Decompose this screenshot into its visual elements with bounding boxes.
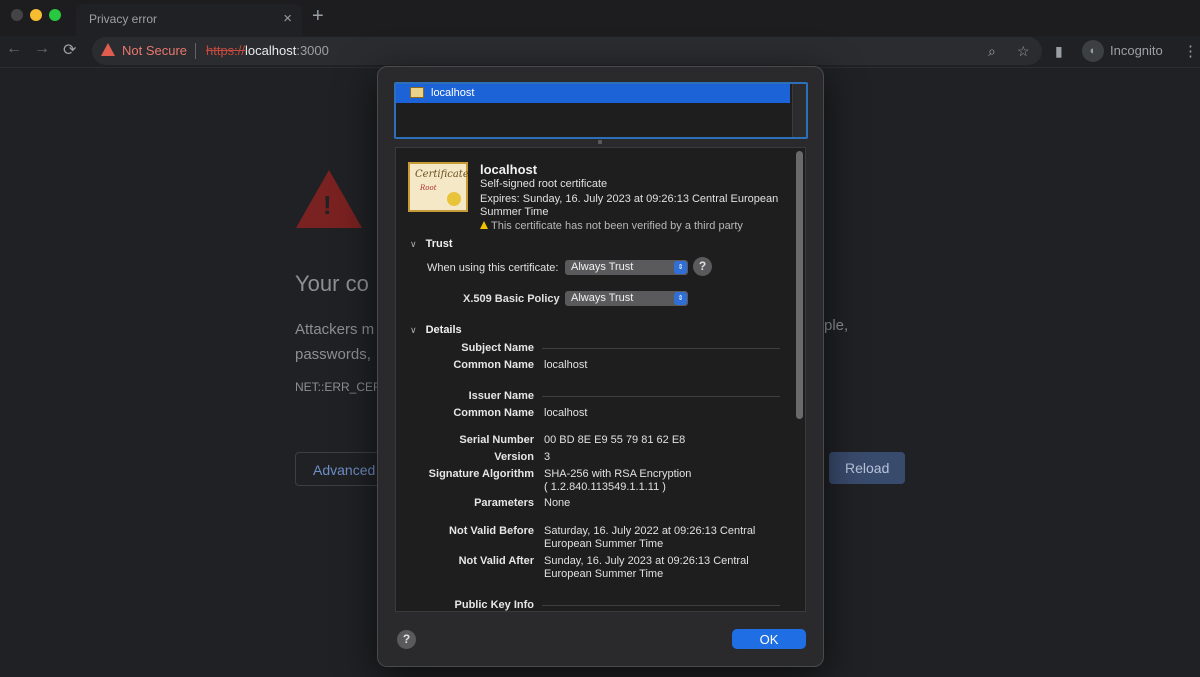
issuer-common-name-value: localhost: [544, 407, 588, 419]
tab-privacy-error[interactable]: Privacy error ×: [76, 4, 302, 36]
subject-name-group: Subject Name: [461, 342, 534, 354]
certificate-warning-text: This certificate has not been verified b…: [491, 220, 743, 232]
popup-arrows-icon: ⇕: [674, 292, 687, 305]
not-valid-before-label: Not Valid Before: [449, 525, 534, 537]
page-paragraph: Attackers m passwords,: [295, 317, 374, 367]
trust-section-toggle[interactable]: ∨ Trust: [410, 238, 453, 250]
maximize-window-button[interactable]: [49, 9, 61, 21]
error-warning-mark: !: [323, 190, 332, 220]
warning-triangle-icon: [101, 43, 115, 56]
certificate-list-label: localhost: [431, 87, 475, 99]
reload-icon[interactable]: ⟳: [63, 40, 76, 60]
tab-close-icon[interactable]: ×: [283, 10, 292, 27]
version-value: 3: [544, 451, 551, 463]
certificate-detail-pane: Certificate Root localhost Self-signed r…: [395, 147, 806, 612]
incognito-profile-button[interactable]: ◐ Incognito: [1080, 39, 1172, 63]
trust-header: Trust: [425, 238, 453, 250]
warning-icon: [480, 221, 488, 229]
serial-number-value: 00 BD 8E E9 55 79 81 62 E8: [544, 434, 686, 446]
list-scrollbar[interactable]: [792, 84, 806, 137]
reload-button[interactable]: Reload: [829, 452, 905, 484]
minimize-window-button[interactable]: [30, 9, 42, 21]
error-code: NET::ERR_CEF: [295, 380, 381, 394]
when-using-value: Always Trust: [571, 261, 634, 273]
detail-scrollbar[interactable]: [796, 151, 803, 419]
parameters-value: None: [544, 497, 571, 509]
x509-policy-label: X.509 Basic Policy: [463, 293, 560, 305]
new-tab-button[interactable]: +: [312, 5, 324, 28]
x509-policy-value: Always Trust: [571, 292, 634, 304]
browser-window: Privacy error × + ← → ⟳ Not Secure https…: [0, 0, 1200, 677]
url-host: localhost: [245, 43, 297, 58]
subject-common-name-label: Common Name: [453, 359, 534, 371]
not-valid-after-label: Not Valid After: [458, 555, 534, 567]
certificate-icon-title: Certificate: [415, 169, 469, 180]
details-header: Details: [425, 324, 462, 336]
issuer-name-group: Issuer Name: [468, 390, 534, 402]
certificate-warning: This certificate has not been verified b…: [480, 220, 743, 232]
address-bar[interactable]: Not Secure https://localhost:3000 ⌕ ☆: [92, 37, 1042, 65]
chevron-down-icon: ∨: [410, 239, 417, 249]
incognito-label: Incognito: [1110, 43, 1163, 58]
x509-policy-select[interactable]: Always Trust ⇕: [565, 291, 688, 306]
bookmark-star-icon[interactable]: ☆: [1017, 43, 1030, 60]
dialog-help-button[interactable]: ?: [397, 630, 416, 649]
trust-help-button[interactable]: ?: [693, 257, 712, 276]
seal-icon: [447, 192, 461, 206]
incognito-icon: ◐: [1082, 40, 1104, 62]
certificate-subtitle: Self-signed root certificate: [480, 178, 608, 190]
group-rule: [542, 396, 780, 397]
subject-common-name-value: localhost: [544, 359, 588, 371]
menu-kebab-icon[interactable]: ⋮: [1183, 42, 1198, 60]
when-using-label: When using this certificate:: [427, 262, 559, 274]
popup-arrows-icon: ⇕: [674, 261, 687, 274]
certificate-small-icon: [410, 87, 424, 98]
group-rule: [542, 348, 780, 349]
zoom-icon[interactable]: ⌕: [988, 43, 996, 60]
forward-arrow-icon[interactable]: →: [34, 40, 50, 58]
serial-number-label: Serial Number: [459, 434, 534, 446]
tab-strip: Privacy error × +: [0, 0, 1200, 36]
certificate-icon: Certificate Root: [408, 162, 469, 212]
certificate-icon-sub: Root: [420, 184, 437, 192]
chevron-down-icon: ∨: [410, 325, 417, 335]
when-using-select[interactable]: Always Trust ⇕: [565, 260, 688, 275]
advanced-label: Advanced: [313, 462, 376, 478]
group-rule: [542, 605, 780, 606]
certificate-list-item[interactable]: localhost: [396, 84, 790, 103]
side-panel-icon[interactable]: ▮: [1055, 43, 1063, 60]
certificate-expiry: Expires: Sunday, 16. July 2023 at 09:26:…: [480, 193, 779, 218]
not-valid-before-value: Saturday, 16. July 2022 at 09:26:13 Cent…: [544, 525, 756, 550]
back-arrow-icon[interactable]: ←: [6, 40, 22, 58]
ok-button[interactable]: OK: [732, 629, 806, 649]
split-handle[interactable]: [598, 140, 602, 144]
not-valid-after-value: Sunday, 16. July 2023 at 09:26:13 Centra…: [544, 555, 749, 580]
url-text[interactable]: https://localhost:3000: [206, 43, 329, 58]
ok-label: OK: [759, 632, 779, 647]
not-secure-label[interactable]: Not Secure: [122, 43, 187, 58]
certificate-dialog: localhost Certificate Root localhost Sel…: [377, 66, 824, 667]
paragraph-line-2: passwords,: [295, 346, 371, 363]
signature-algorithm-value: SHA-256 with RSA Encryption: [544, 468, 692, 480]
url-scheme: https://: [206, 43, 246, 58]
close-window-button[interactable]: [11, 9, 23, 21]
parameters-label: Parameters: [474, 497, 534, 509]
certificate-list[interactable]: localhost: [394, 82, 808, 139]
issuer-common-name-label: Common Name: [453, 407, 534, 419]
certificate-title: localhost: [480, 162, 538, 177]
page-heading: Your co: [295, 271, 369, 296]
signature-algorithm-oid: ( 1.2.840.113549.1.1.11 ): [544, 481, 666, 493]
url-port: :3000: [296, 43, 329, 58]
omnibox-separator: [195, 43, 196, 59]
paragraph-right-fragment: ple,: [824, 317, 849, 334]
public-key-info-group: Public Key Info: [454, 599, 534, 611]
version-label: Version: [494, 451, 534, 463]
reload-label: Reload: [845, 460, 890, 476]
tab-title: Privacy error: [89, 12, 158, 26]
details-section-toggle[interactable]: ∨ Details: [410, 324, 462, 336]
signature-algorithm-label: Signature Algorithm: [428, 468, 534, 480]
paragraph-line-1: Attackers m: [295, 321, 375, 338]
toolbar: ← → ⟳ Not Secure https://localhost:3000 …: [0, 36, 1200, 68]
